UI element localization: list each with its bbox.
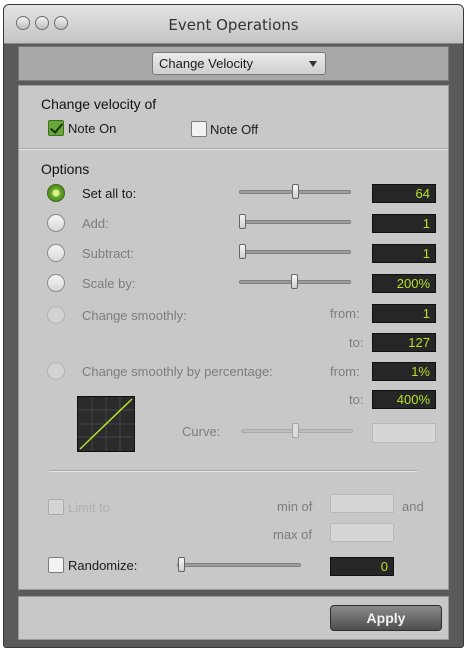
change-velocity-heading: Change velocity of [41,96,157,112]
apply-button[interactable]: Apply [330,605,442,631]
change-smoothly-radio[interactable] [47,306,65,324]
curve-value-field[interactable] [372,423,436,443]
scale-label: Scale by: [82,276,136,291]
subtract-value-field[interactable]: 1 [372,244,436,263]
title-bar: Event Operations [4,5,463,44]
set-all-value-field[interactable]: 64 [372,184,436,203]
chevron-down-icon [309,61,317,67]
event-operations-window: Event Operations Change Velocity Change … [3,4,464,648]
options-panel: Change velocity of Note On Note Off Opti… [18,85,449,590]
options-heading: Options [41,161,90,177]
change-smoothly-pct-label: Change smoothly by percentage: [82,364,273,379]
set-all-label: Set all to: [82,186,137,201]
smooth-pct-from-field[interactable]: 1% [372,362,436,381]
max-value-field[interactable] [330,523,394,542]
add-value-field[interactable]: 1 [372,214,436,233]
change-smoothly-label: Change smoothly: [82,308,187,323]
randomize-checkbox[interactable] [48,557,64,573]
curve-graph-icon [78,397,134,451]
scale-slider-thumb[interactable] [291,274,298,289]
smooth-from-label: from: [330,306,360,321]
smooth-to-field[interactable]: 127 [372,333,436,352]
max-of-label: max of [273,527,313,542]
curve-display [77,396,135,452]
randomize-label: Randomize: [68,558,138,573]
smooth-from-field[interactable]: 1 [372,304,436,323]
add-slider-thumb[interactable] [239,214,246,229]
subtract-slider-thumb[interactable] [239,244,246,259]
section-divider [19,148,448,150]
limit-label: Limit to [68,500,110,515]
curve-slider-thumb[interactable] [292,423,299,438]
set-all-radio[interactable] [47,184,65,202]
scale-value-field[interactable]: 200% [372,274,436,293]
action-bar: Apply [18,596,449,640]
add-label: Add: [82,216,109,231]
limit-divider [49,470,417,472]
smooth-pct-to-label: to: [349,392,364,407]
add-radio[interactable] [47,214,65,232]
subtract-radio[interactable] [47,244,65,262]
smooth-to-label: to: [349,335,364,350]
operation-select[interactable]: Change Velocity [152,52,326,75]
randomize-slider-track[interactable] [177,563,301,567]
min-value-field[interactable] [330,494,394,513]
subtract-slider-track[interactable] [239,250,351,254]
note-off-checkbox[interactable] [191,121,207,137]
operation-select-value: Change Velocity [159,56,253,71]
smooth-pct-to-field[interactable]: 400% [372,390,436,409]
randomize-value-field[interactable]: 0 [330,557,394,576]
subtract-label: Subtract: [82,246,135,261]
operation-bar: Change Velocity [18,46,449,81]
note-on-checkbox[interactable] [48,120,64,136]
change-smoothly-pct-radio[interactable] [47,362,65,380]
min-of-label: min of [277,499,313,514]
smooth-pct-from-label: from: [330,364,360,379]
and-label: and [402,499,424,514]
set-all-slider-thumb[interactable] [292,184,299,199]
randomize-slider-thumb[interactable] [178,557,185,572]
note-on-label: Note On [68,121,117,136]
limit-checkbox[interactable] [48,499,64,515]
curve-label: Curve: [182,424,221,439]
note-off-label: Note Off [210,122,259,137]
scale-radio[interactable] [47,274,65,292]
window-title: Event Operations [168,16,299,34]
add-slider-track[interactable] [239,220,351,224]
